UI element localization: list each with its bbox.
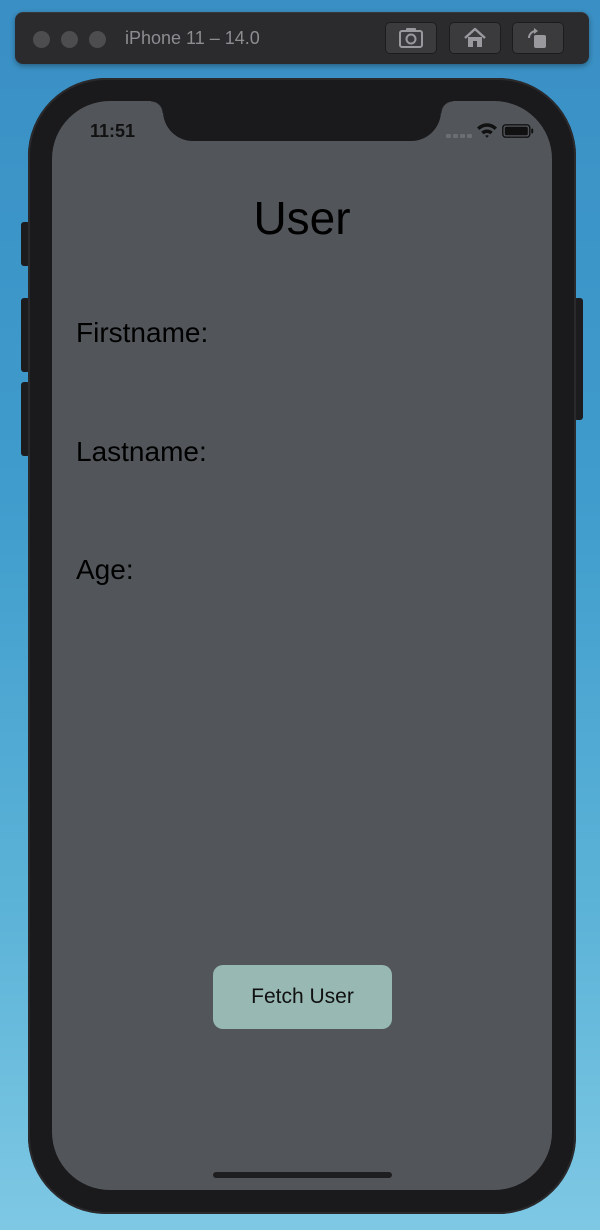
age-label: Age:: [76, 554, 134, 585]
rotate-icon: [528, 28, 546, 48]
home-indicator[interactable]: [213, 1172, 392, 1178]
rotate-button[interactable]: [512, 22, 564, 54]
fetch-user-button[interactable]: Fetch User: [213, 965, 392, 1029]
status-time: 11:51: [90, 121, 136, 141]
home-button[interactable]: [449, 22, 501, 54]
simulator-title-bar: iPhone 11 – 14.0: [15, 12, 589, 64]
minimize-window-button[interactable]: [61, 31, 78, 48]
home-icon: [464, 27, 486, 47]
close-window-button[interactable]: [33, 31, 50, 48]
zoom-window-button[interactable]: [89, 31, 106, 48]
screenshot-icon: [399, 28, 423, 48]
wifi-icon: [477, 123, 497, 138]
firstname-label: Firstname:: [76, 317, 209, 348]
simulator-title: iPhone 11 – 14.0: [125, 28, 260, 48]
cellular-signal-icon: [446, 134, 472, 138]
phone-screen: 11:51 User Firstname: Lastname: Age: Fet…: [52, 101, 552, 1190]
battery-icon: [502, 124, 534, 138]
page-title: User: [253, 192, 351, 244]
notch: [151, 101, 453, 141]
screenshot-button[interactable]: [385, 22, 437, 54]
lastname-label: Lastname:: [76, 436, 207, 467]
